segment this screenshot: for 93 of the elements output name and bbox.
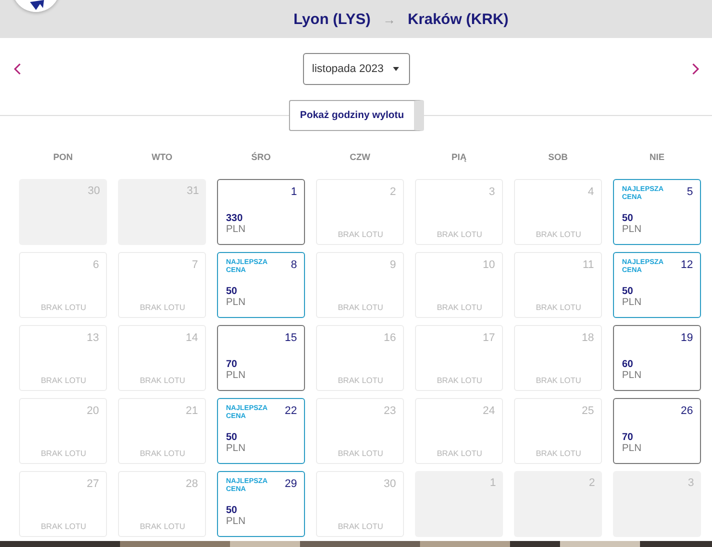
next-month-icon[interactable] [690, 62, 700, 76]
day-number: 19 [680, 332, 693, 344]
day-number: 28 [186, 478, 198, 490]
currency-label: PLN [622, 443, 642, 454]
no-flight-label: BRAK LOTU [436, 376, 482, 385]
no-flight-label: BRAK LOTU [140, 522, 186, 531]
no-flight-label: BRAK LOTU [140, 449, 186, 458]
day-number: 6 [92, 259, 99, 271]
day-number: 7 [192, 259, 198, 271]
day-cell[interactable]: 1 330 PLN [217, 179, 305, 245]
day-number: 13 [86, 332, 99, 344]
price-amount: 70 [226, 359, 238, 370]
currency-label: PLN [226, 370, 246, 381]
previous-month-icon[interactable] [13, 62, 23, 76]
day-number: 12 [680, 259, 693, 271]
no-flight-label: BRAK LOTU [436, 449, 482, 458]
weekday-label: CZW [350, 152, 370, 162]
no-flight-label: BRAK LOTU [536, 449, 582, 458]
currency-label: PLN [622, 297, 642, 308]
day-number: 8 [290, 259, 297, 271]
no-flight-label: BRAK LOTU [40, 522, 86, 531]
day-number: 18 [582, 332, 594, 344]
day-number: 10 [482, 259, 495, 271]
day-number: 17 [482, 332, 495, 344]
no-flight-label: BRAK LOTU [338, 522, 384, 531]
day-number: 15 [284, 332, 297, 344]
route-arrow: → [382, 12, 396, 26]
show-times-button[interactable]: Pokaż godziny wylotu [289, 100, 424, 131]
day-number: 5 [686, 186, 693, 198]
day-number: 3 [488, 186, 495, 198]
currency-label: PLN [226, 443, 246, 454]
day-number: 21 [186, 405, 198, 417]
price-amount: 50 [226, 286, 238, 297]
no-flight-label: BRAK LOTU [40, 449, 86, 458]
day-number: 3 [688, 477, 694, 489]
no-flight-label: BRAK LOTU [338, 230, 384, 239]
day-number: 2 [390, 186, 396, 198]
day-number: 26 [680, 405, 693, 417]
weekday-label: SOB [548, 152, 568, 162]
no-flight-label: BRAK LOTU [140, 376, 186, 385]
no-flight-label: BRAK LOTU [40, 376, 86, 385]
price-amount: 50 [226, 505, 238, 516]
day-number: 25 [582, 405, 594, 417]
no-flight-label: BRAK LOTU [536, 230, 582, 239]
no-flight-label: BRAK LOTU [536, 303, 582, 312]
currency-label: PLN [226, 297, 246, 308]
caret-icon [393, 67, 399, 71]
day-number: 9 [390, 259, 396, 271]
day-cell[interactable]: 26 70 PLN [613, 398, 701, 464]
day-number: 20 [86, 405, 99, 417]
month-select[interactable]: listopada 2023 [303, 53, 410, 85]
currency-label: PLN [226, 516, 246, 527]
day-number: 11 [582, 259, 594, 271]
origin-city: Lyon (LYS) [293, 10, 371, 28]
destination-city: Kraków (KRK) [408, 10, 509, 28]
no-flight-label: BRAK LOTU [338, 449, 384, 458]
day-number: 27 [86, 478, 99, 490]
weekday-label: PIĄ [451, 152, 466, 162]
no-flight-label: BRAK LOTU [436, 230, 482, 239]
day-number: 30 [384, 478, 396, 490]
price-amount: 50 [226, 432, 238, 443]
price-amount: 50 [622, 286, 634, 297]
day-number: 22 [284, 405, 297, 417]
day-cell[interactable]: 15 70 PLN [217, 325, 305, 391]
day-number: 31 [186, 185, 199, 197]
no-flight-label: BRAK LOTU [536, 376, 582, 385]
weekday-label: WTO [152, 152, 172, 162]
no-flight-label: BRAK LOTU [338, 303, 384, 312]
day-number: 30 [88, 185, 100, 197]
day-number: 1 [490, 477, 496, 489]
day-number: 1 [290, 186, 297, 198]
currency-label: PLN [622, 224, 642, 235]
currency-label: PLN [622, 370, 642, 381]
day-number: 2 [588, 477, 595, 489]
day-number: 24 [482, 405, 495, 417]
currency-label: PLN [226, 224, 246, 235]
day-number: 29 [284, 478, 297, 490]
day-number: 14 [186, 332, 198, 344]
day-number: 23 [384, 405, 396, 417]
weekday-label: ŚRO [251, 152, 271, 162]
price-amount: 50 [622, 213, 634, 224]
price-amount: 70 [622, 432, 634, 443]
price-amount: 60 [622, 359, 634, 370]
day-cell[interactable]: 19 60 PLN [613, 325, 701, 391]
no-flight-label: BRAK LOTU [40, 303, 86, 312]
no-flight-label: BRAK LOTU [140, 303, 186, 312]
no-flight-label: BRAK LOTU [436, 303, 482, 312]
weekday-label: PON [53, 152, 73, 162]
weekday-label: NIE [649, 152, 664, 162]
no-flight-label: BRAK LOTU [338, 376, 384, 385]
price-amount: 330 [226, 213, 244, 224]
day-number: 4 [588, 186, 594, 198]
day-number: 16 [384, 332, 396, 344]
